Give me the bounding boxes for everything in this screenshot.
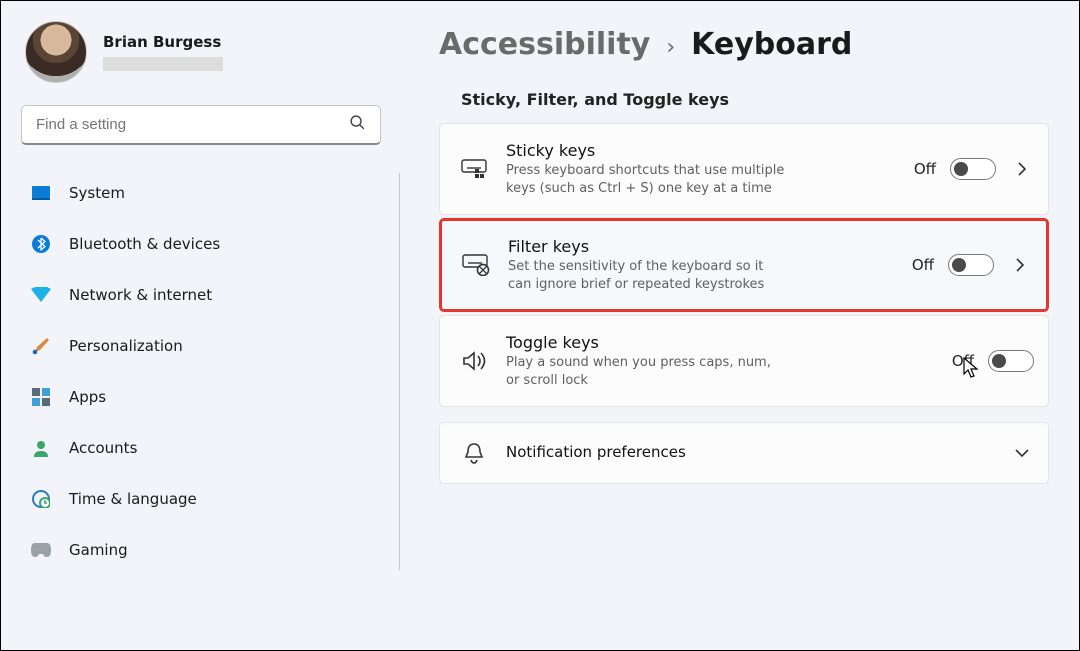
sidebar-item-personalization[interactable]: Personalization <box>21 326 393 366</box>
sidebar-item-accounts[interactable]: Accounts <box>21 428 393 468</box>
chevron-right-icon: › <box>666 35 675 60</box>
sidebar-item-network[interactable]: Network & internet <box>21 275 393 315</box>
card-sticky-keys[interactable]: Sticky keys Press keyboard shortcuts tha… <box>439 123 1049 215</box>
sidebar-item-label: Network & internet <box>69 286 212 304</box>
user-email-redacted <box>103 57 223 71</box>
keyboard-filter-icon <box>462 254 490 276</box>
sidebar-item-system[interactable]: System <box>21 173 393 213</box>
breadcrumb-current: Keyboard <box>691 27 852 62</box>
search-box[interactable] <box>21 105 381 145</box>
toggle-keys-toggle[interactable] <box>988 350 1034 372</box>
sidebar-item-apps[interactable]: Apps <box>21 377 393 417</box>
card-desc: Set the sensitivity of the keyboard so i… <box>508 258 788 293</box>
sidebar-item-label: Time & language <box>69 490 197 508</box>
card-toggle-keys[interactable]: Toggle keys Play a sound when you press … <box>439 315 1049 407</box>
user-icon <box>31 438 51 458</box>
sidebar-item-label: Accounts <box>69 439 137 457</box>
avatar <box>25 21 87 83</box>
apps-icon <box>31 387 51 407</box>
card-title: Notification preferences <box>506 443 992 461</box>
sidebar-item-label: Gaming <box>69 541 128 559</box>
bluetooth-icon <box>31 234 51 254</box>
sidebar-item-label: Bluetooth & devices <box>69 235 220 253</box>
user-name: Brian Burgess <box>103 33 223 53</box>
sticky-keys-toggle[interactable] <box>950 158 996 180</box>
card-filter-keys[interactable]: Filter keys Set the sensitivity of the k… <box>439 218 1049 312</box>
main-content: Accessibility › Keyboard Sticky, Filter,… <box>401 1 1079 650</box>
card-desc: Press keyboard shortcuts that use multip… <box>506 162 786 197</box>
nav-list: System Bluetooth & devices Network & int… <box>21 173 400 570</box>
card-title: Sticky keys <box>506 141 786 160</box>
card-notification-preferences[interactable]: Notification preferences <box>439 422 1049 484</box>
bell-icon <box>460 442 488 464</box>
wifi-icon <box>31 285 51 305</box>
gamepad-icon <box>31 540 51 560</box>
section-title: Sticky, Filter, and Toggle keys <box>461 90 1059 109</box>
toggle-state: Off <box>912 256 934 274</box>
sidebar-item-label: System <box>69 184 125 202</box>
search-input[interactable] <box>36 116 349 133</box>
clock-globe-icon <box>31 489 51 509</box>
card-title: Filter keys <box>508 237 788 256</box>
speaker-icon <box>460 350 488 372</box>
brush-icon <box>31 336 51 356</box>
search-icon <box>349 114 366 135</box>
chevron-down-icon[interactable] <box>1010 448 1034 458</box>
breadcrumb: Accessibility › Keyboard <box>439 27 1059 62</box>
filter-keys-toggle[interactable] <box>948 254 994 276</box>
settings-cards: Sticky keys Press keyboard shortcuts tha… <box>439 123 1049 484</box>
card-title: Toggle keys <box>506 333 786 352</box>
sidebar-item-label: Apps <box>69 388 106 406</box>
chevron-right-icon[interactable] <box>1010 161 1034 177</box>
sidebar-item-time-language[interactable]: Time & language <box>21 479 393 519</box>
display-icon <box>31 183 51 203</box>
sidebar-item-bluetooth[interactable]: Bluetooth & devices <box>21 224 393 264</box>
toggle-state: Off <box>952 352 974 370</box>
chevron-right-icon[interactable] <box>1008 257 1032 273</box>
sidebar-item-gaming[interactable]: Gaming <box>21 530 393 570</box>
breadcrumb-parent[interactable]: Accessibility <box>439 27 650 62</box>
user-profile[interactable]: Brian Burgess <box>21 21 400 83</box>
keyboard-icon <box>460 159 488 179</box>
sidebar-item-label: Personalization <box>69 337 183 355</box>
toggle-state: Off <box>914 160 936 178</box>
sidebar: Brian Burgess System Bluetooth & devi <box>1 1 401 650</box>
card-desc: Play a sound when you press caps, num, o… <box>506 354 786 389</box>
